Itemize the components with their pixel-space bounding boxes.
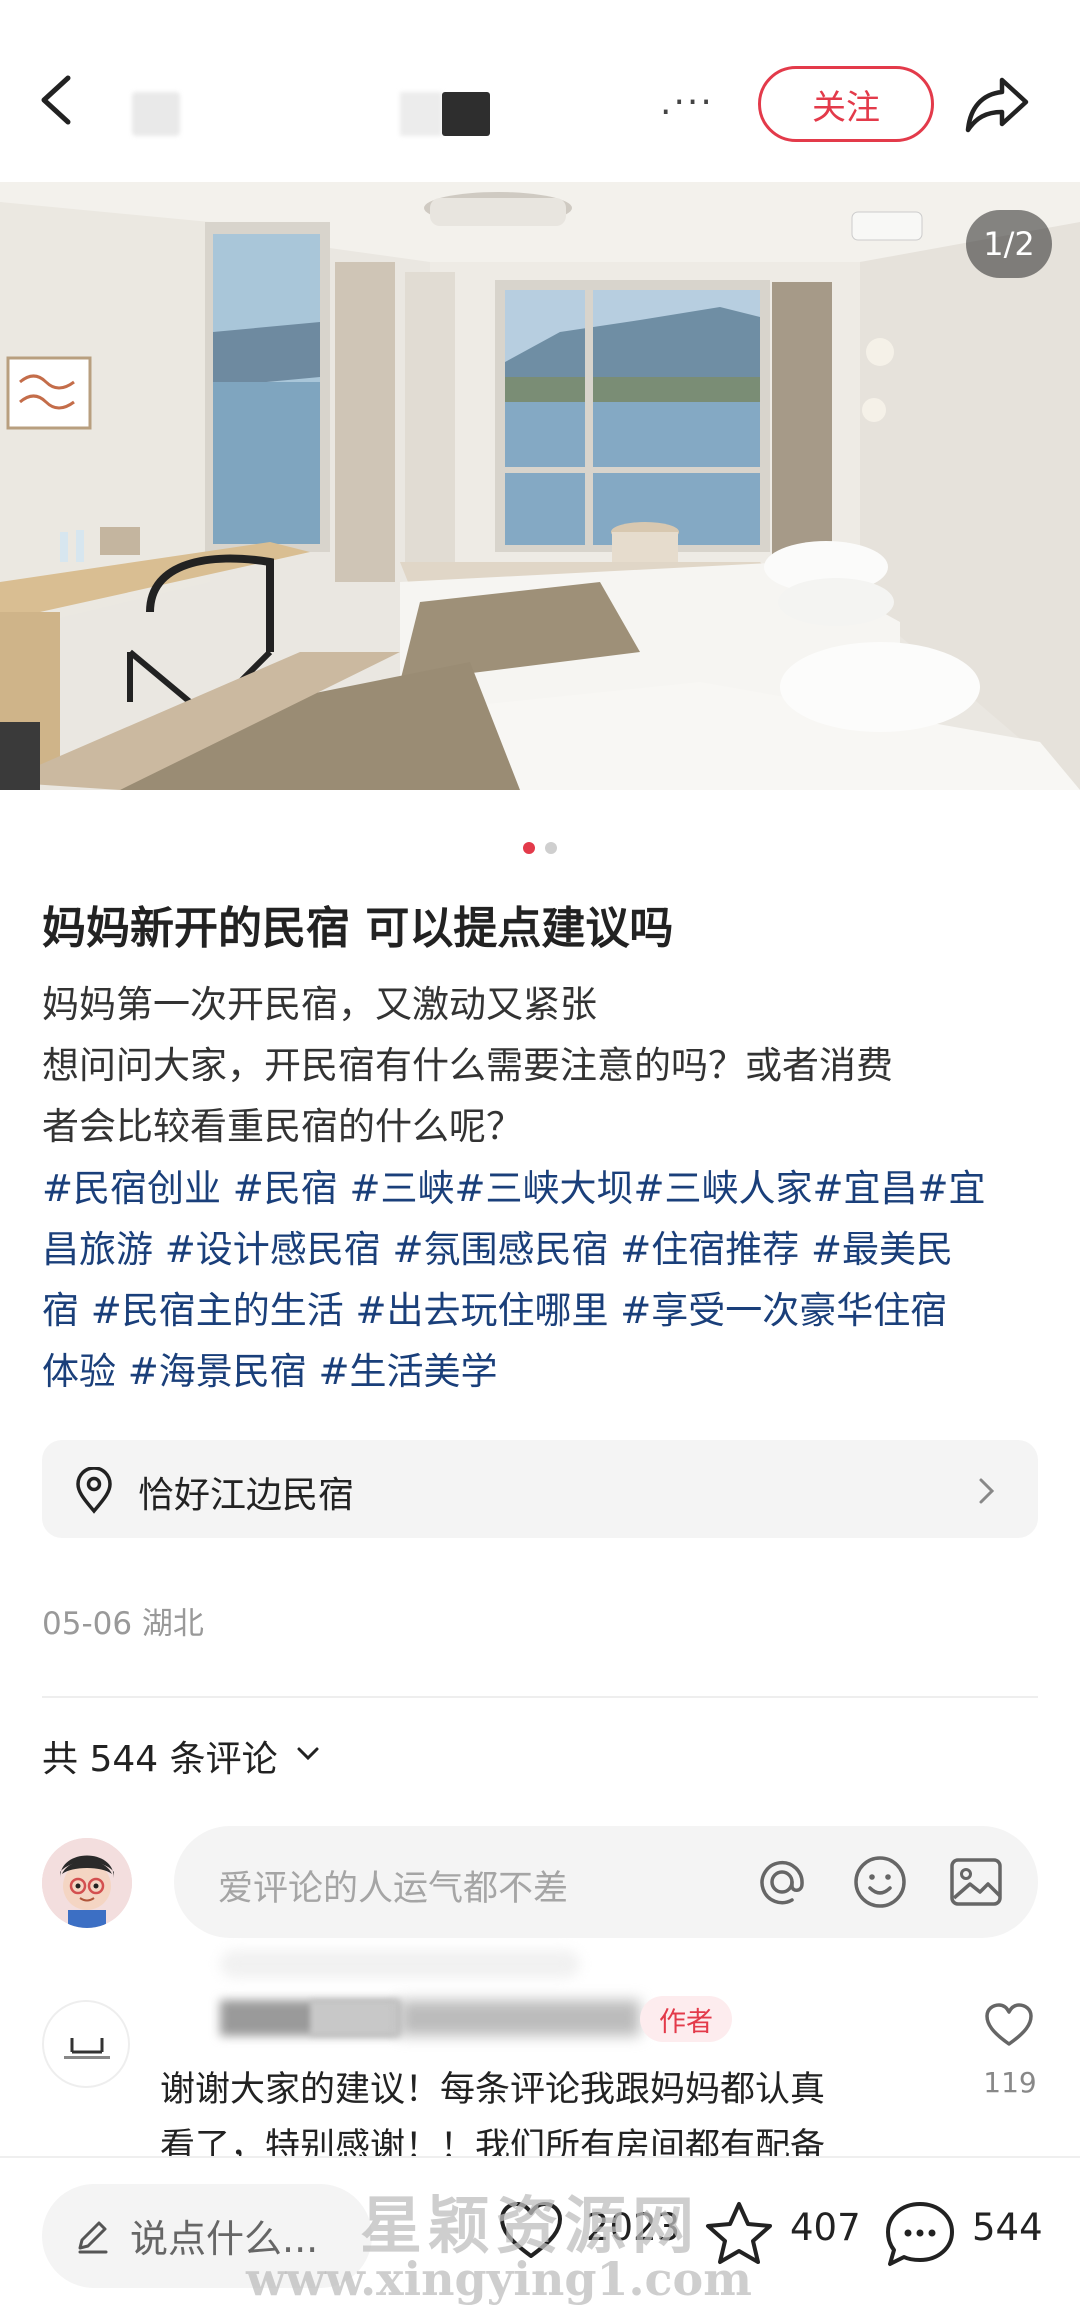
tags-line[interactable]: #民宿创业 #民宿 #三峡#三峡大坝#三峡人家#宜昌#宜 bbox=[42, 1158, 1052, 1219]
commenter-name-blurred bbox=[310, 2000, 400, 2036]
image-picker-icon[interactable] bbox=[946, 1852, 1006, 1912]
more-indicator: .··· bbox=[660, 82, 714, 123]
post-body-line: 想问问大家，开民宿有什么需要注意的吗？或者消费 bbox=[42, 1044, 893, 1087]
at-mention-icon[interactable] bbox=[752, 1852, 812, 1912]
location-pin-icon bbox=[72, 1466, 116, 1515]
post-photo[interactable] bbox=[0, 182, 1080, 790]
back-icon[interactable] bbox=[30, 70, 90, 130]
comment-bubble-icon[interactable] bbox=[884, 2200, 956, 2268]
comment-count-sort[interactable]: 共 544 条评论 bbox=[42, 1730, 278, 1782]
image-counter: 1/2 bbox=[966, 210, 1052, 278]
post-tags[interactable]: #民宿创业 #民宿 #三峡#三峡大坝#三峡人家#宜昌#宜 昌旅游 #设计感民宿 … bbox=[42, 1158, 1052, 1402]
tags-line[interactable]: 体验 #海景民宿 #生活美学 bbox=[42, 1341, 1052, 1402]
tags-line[interactable]: 宿 #民宿主的生活 #出去玩住哪里 #享受一次豪华住宿 bbox=[42, 1280, 1052, 1341]
commenter-logo bbox=[58, 2034, 116, 2067]
post-body: 妈妈第一次开民宿，又激动又紧张 想问问大家，开民宿有什么需要注意的吗？或者消费 … bbox=[42, 974, 1042, 1157]
author-name-blurred-dark bbox=[442, 92, 490, 136]
chevron-down-icon[interactable] bbox=[294, 1742, 322, 1766]
comment-count: 544 bbox=[972, 2206, 1043, 2249]
tags-line[interactable]: 昌旅游 #设计感民宿 #氛围感民宿 #住宿推荐 #最美民 bbox=[42, 1219, 1052, 1280]
share-icon[interactable] bbox=[964, 72, 1030, 136]
comment-like-count: 119 bbox=[983, 2066, 1037, 2099]
author-badge: 作者 bbox=[640, 1996, 732, 2042]
commenter-name-blurred bbox=[400, 2000, 640, 2036]
user-avatar[interactable] bbox=[42, 1838, 132, 1928]
comment-input-placeholder[interactable]: 爱评论的人运气都不差 bbox=[218, 1860, 568, 1911]
post-title: 妈妈新开的民宿 可以提点建议吗 bbox=[42, 903, 674, 954]
blurred-content bbox=[220, 1950, 580, 1978]
carousel-dot[interactable] bbox=[545, 842, 557, 854]
comment-like-icon[interactable] bbox=[984, 2002, 1034, 2048]
watermark-url: www.xingying1.com bbox=[246, 2252, 752, 2306]
follow-button[interactable]: 关注 bbox=[758, 66, 934, 142]
pen-icon bbox=[72, 2216, 112, 2256]
chevron-right-icon bbox=[976, 1474, 998, 1508]
collect-count: 407 bbox=[790, 2206, 861, 2249]
carousel-dot-active[interactable] bbox=[523, 842, 535, 854]
post-body-line: 妈妈第一次开民宿，又激动又紧张 bbox=[42, 983, 597, 1026]
divider bbox=[42, 1696, 1038, 1698]
author-name-blurred[interactable] bbox=[400, 92, 442, 136]
location-name[interactable]: 恰好江边民宿 bbox=[138, 1466, 354, 1518]
comment-text-line: 谢谢大家的建议！每条评论我跟妈妈都认真 bbox=[160, 2070, 826, 2110]
post-date-location: 05-06 湖北 bbox=[42, 1606, 204, 1642]
emoji-icon[interactable] bbox=[850, 1852, 910, 1912]
post-body-line: 者会比较看重民宿的什么呢？ bbox=[42, 1105, 523, 1148]
author-avatar-blurred[interactable] bbox=[132, 92, 180, 136]
